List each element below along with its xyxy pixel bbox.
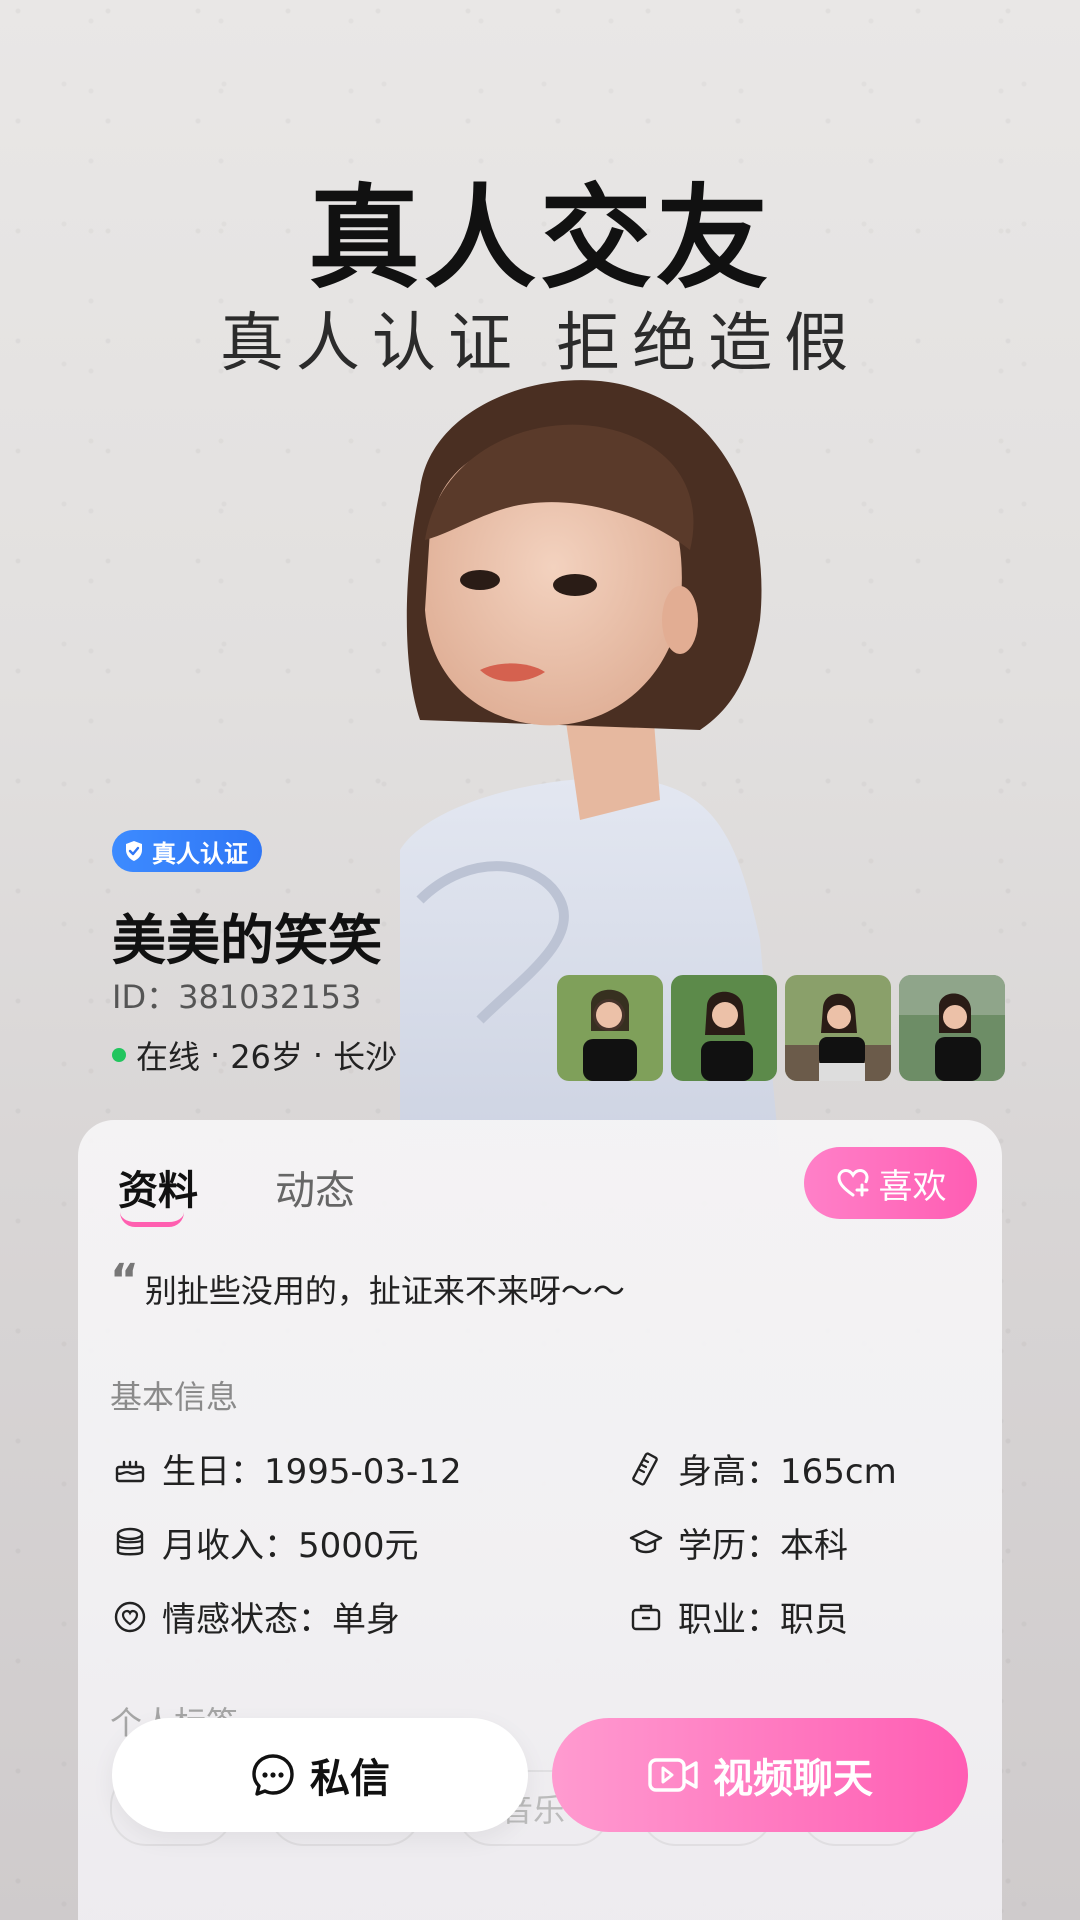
- video-chat-button[interactable]: 视频聊天: [552, 1718, 968, 1832]
- info-education-text: 学历：本科: [678, 1526, 848, 1566]
- message-button-label: 私信: [310, 1756, 390, 1802]
- info-education: 学历：本科: [628, 1518, 848, 1567]
- video-camera-icon: [648, 1758, 698, 1792]
- ruler-icon: [632, 1451, 658, 1486]
- meta-separator: ·: [312, 1036, 324, 1074]
- user-meta: 在线 · 26岁 · 长沙: [112, 1032, 397, 1078]
- online-status-label: 在线: [136, 1038, 201, 1076]
- shield-check-icon: [126, 841, 142, 861]
- basic-info-title: 基本信息: [110, 1378, 239, 1416]
- info-height-text: 身高：165cm: [678, 1452, 897, 1492]
- info-relationship-text: 情感状态：单身: [162, 1600, 400, 1640]
- verified-badge-label: 真人认证: [152, 839, 248, 868]
- chat-bubble-icon: [252, 1754, 294, 1796]
- active-tab-indicator: [120, 1212, 184, 1227]
- message-button[interactable]: 私信: [112, 1718, 528, 1832]
- info-relationship: 情感状态：单身: [112, 1592, 400, 1641]
- profile-quote: “ 别扯些没用的，扯证来不来呀～～: [110, 1255, 625, 1312]
- photo-thumbnail[interactable]: [671, 975, 777, 1081]
- photo-thumbnail[interactable]: [557, 975, 663, 1081]
- hero-subtitle: 真人认证 拒绝造假: [219, 307, 861, 381]
- photo-thumbnail[interactable]: [899, 975, 1005, 1081]
- photo-thumbnails: [557, 975, 1005, 1081]
- info-income-text: 月收入：5000元: [162, 1526, 419, 1566]
- quote-icon: “: [110, 1255, 139, 1306]
- user-age: 26岁: [230, 1038, 303, 1076]
- hero-title: 真人交友: [308, 174, 772, 304]
- verified-badge: 真人认证: [112, 830, 262, 872]
- graduation-cap-icon: [629, 1529, 663, 1553]
- like-button-label: 喜欢: [878, 1166, 947, 1207]
- video-chat-button-label: 视频聊天: [713, 1756, 873, 1802]
- heart-plus-icon: [836, 1168, 869, 1197]
- info-job-text: 职业：职员: [678, 1600, 848, 1640]
- heart-circle-icon: [114, 1601, 146, 1632]
- user-id: ID：381032153: [112, 978, 362, 1016]
- info-income: 月收入：5000元: [112, 1518, 419, 1567]
- user-name: 美美的笑笑: [112, 909, 382, 972]
- online-status-dot: [112, 1048, 126, 1062]
- cake-icon: [115, 1460, 145, 1482]
- quote-text: 别扯些没用的，扯证来不来呀～～: [144, 1272, 625, 1310]
- info-birthday: 生日：1995-03-12: [112, 1444, 462, 1493]
- user-city: 长沙: [333, 1038, 398, 1076]
- tab-moments[interactable]: 动态: [275, 1158, 355, 1216]
- coins-stack-icon: [116, 1527, 144, 1555]
- info-height: 身高：165cm: [628, 1444, 897, 1493]
- briefcase-icon: [631, 1604, 661, 1630]
- like-button[interactable]: 喜欢: [804, 1147, 977, 1219]
- info-job: 职业：职员: [628, 1592, 848, 1641]
- info-birthday-text: 生日：1995-03-12: [162, 1452, 462, 1492]
- meta-separator: ·: [210, 1036, 221, 1074]
- photo-thumbnail[interactable]: [785, 975, 891, 1081]
- tab-profile[interactable]: 资料: [118, 1158, 198, 1216]
